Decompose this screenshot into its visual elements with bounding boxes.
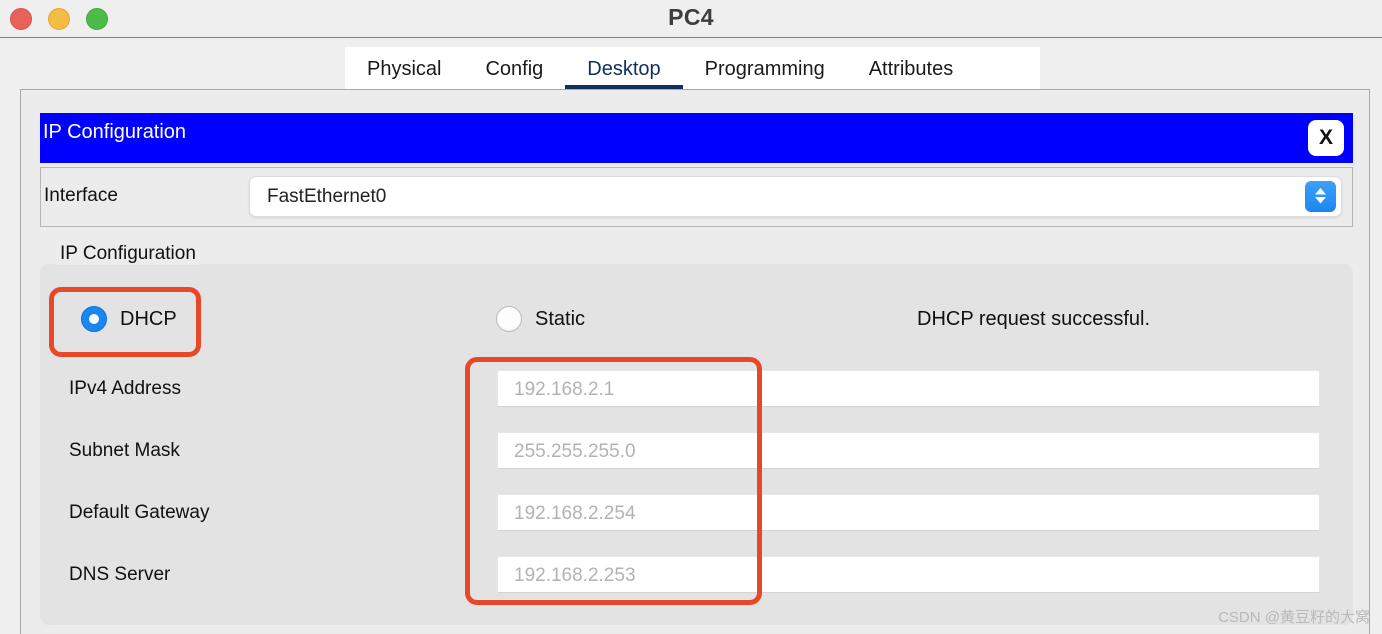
field-input-dns-server[interactable]: 192.168.2.253 (497, 556, 1320, 593)
field-row-ipv4-address: IPv4 Address 192.168.2.1 (40, 370, 1353, 410)
radio-unselected-icon (496, 306, 522, 332)
interface-selected-value: FastEthernet0 (267, 186, 387, 207)
ip-configuration-group-legend: IP Configuration (55, 243, 201, 265)
tab-bar: Physical Config Desktop Programming Attr… (345, 47, 1040, 91)
field-label-default-gateway: Default Gateway (69, 502, 210, 523)
dialog-caption: IP Configuration (43, 121, 187, 143)
tab-attributes[interactable]: Attributes (847, 47, 975, 91)
field-row-dns-server: DNS Server 192.168.2.253 (40, 556, 1353, 596)
close-icon[interactable]: X (1308, 120, 1344, 156)
field-label-ipv4-address: IPv4 Address (69, 378, 181, 399)
field-value-ipv4-address: 192.168.2.1 (514, 379, 615, 400)
field-input-subnet-mask[interactable]: 255.255.255.0 (497, 432, 1320, 469)
field-label-subnet-mask: Subnet Mask (69, 440, 180, 461)
ip-configuration-groupbox: DHCP Static DHCP request successful. IPv… (40, 264, 1353, 625)
app-window: PC4 Physical Config Desktop Programming … (0, 0, 1382, 634)
chevron-up-down-icon[interactable] (1305, 181, 1336, 212)
field-label-dns-server: DNS Server (69, 564, 171, 585)
tab-config[interactable]: Config (463, 47, 565, 91)
interface-label: Interface (44, 185, 118, 206)
interface-row: Interface FastEthernet0 (40, 167, 1353, 227)
dhcp-status-message: DHCP request successful. (917, 308, 1151, 330)
field-input-ipv4-address[interactable]: 192.168.2.1 (497, 370, 1320, 407)
field-row-subnet-mask: Subnet Mask 255.255.255.0 (40, 432, 1353, 472)
radio-selected-icon (81, 306, 107, 332)
field-row-default-gateway: Default Gateway 192.168.2.254 (40, 494, 1353, 534)
field-value-default-gateway: 192.168.2.254 (514, 503, 636, 524)
radio-dhcp-label: DHCP (120, 307, 177, 330)
field-input-default-gateway[interactable]: 192.168.2.254 (497, 494, 1320, 531)
radio-static-label: Static (535, 307, 586, 330)
ip-configuration-dialog-header: IP Configuration X (40, 113, 1353, 163)
field-value-subnet-mask: 255.255.255.0 (514, 441, 636, 462)
field-value-dns-server: 192.168.2.253 (514, 565, 636, 586)
interface-select[interactable]: FastEthernet0 (249, 176, 1342, 217)
radio-static[interactable]: Static (496, 306, 585, 332)
tab-programming[interactable]: Programming (683, 47, 847, 91)
window-titlebar: PC4 (0, 0, 1382, 38)
watermark-text: CSDN @黄豆籽的大窝 (1218, 609, 1370, 626)
tab-physical[interactable]: Physical (345, 47, 463, 91)
ip-mode-radio-group: DHCP Static (40, 306, 1353, 346)
window-title: PC4 (668, 4, 714, 30)
radio-dhcp[interactable]: DHCP (81, 306, 177, 332)
tab-desktop[interactable]: Desktop (565, 47, 684, 91)
